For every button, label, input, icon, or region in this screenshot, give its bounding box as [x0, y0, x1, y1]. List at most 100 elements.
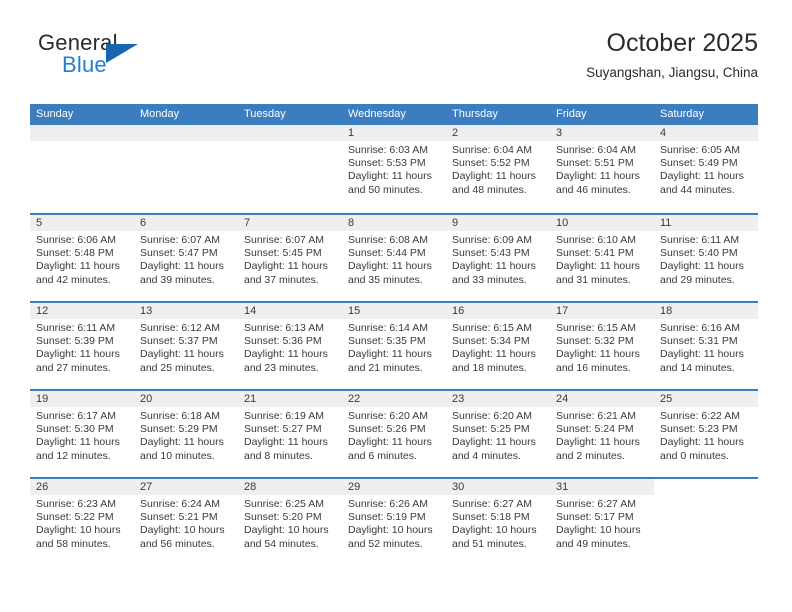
daylight-duration-line2: and 4 minutes.: [452, 449, 521, 462]
day-number: 2: [446, 125, 550, 141]
calendar-day-cell[interactable]: 31 Sunrise: 6:27 AM Sunset: 5:17 PM Dayligh…: [550, 479, 654, 565]
sunset-time: Sunset: 5:32 PM: [556, 335, 634, 348]
sunrise-time: Sunrise: 6:11 AM: [660, 234, 740, 246]
sunset-time: Sunset: 5:51 PM: [556, 157, 634, 170]
daylight-duration-line1: Daylight: 11 hours: [36, 348, 120, 361]
calendar-day-cell[interactable]: 24 Sunrise: 6:21 AM Sunset: 5:24 PM Dayligh…: [550, 391, 654, 477]
day-number: 6: [134, 215, 238, 231]
day-number: 19: [30, 391, 134, 407]
daylight-duration-line1: Daylight: 10 hours: [244, 524, 329, 537]
calendar-day-cell[interactable]: 2 Sunrise: 6:04 AM Sunset: 5:52 PM Daylight…: [446, 125, 550, 213]
daylight-duration-line1: Daylight: 10 hours: [452, 524, 537, 537]
calendar-day-cell[interactable]: 1 Sunrise: 6:03 AM Sunset: 5:53 PM Daylight…: [342, 125, 446, 213]
calendar-day-cell[interactable]: 6 Sunrise: 6:07 AM Sunset: 5:47 PM Daylight…: [134, 215, 238, 301]
calendar-day-cell[interactable]: 7 Sunrise: 6:07 AM Sunset: 5:45 PM Daylight…: [238, 215, 342, 301]
calendar-day-cell[interactable]: 26 Sunrise: 6:23 AM Sunset: 5:22 PM Dayligh…: [30, 479, 134, 565]
calendar-day-cell[interactable]: 14 Sunrise: 6:13 AM Sunset: 5:36 PM Dayligh…: [238, 303, 342, 389]
day-details: Sunrise: 6:11 AM Sunset: 5:39 PM Daylight:…: [30, 319, 134, 375]
sunrise-time: Sunrise: 6:06 AM: [36, 234, 116, 246]
weekday-header-thursday: Thursday: [452, 108, 498, 120]
sunrise-time: Sunrise: 6:07 AM: [140, 234, 220, 246]
daylight-duration-line2: and 42 minutes.: [36, 273, 111, 286]
calendar-day-cell[interactable]: 25 Sunrise: 6:22 AM Sunset: 5:23 PM Dayligh…: [654, 391, 758, 477]
calendar-day-cell[interactable]: 18 Sunrise: 6:16 AM Sunset: 5:31 PM Dayligh…: [654, 303, 758, 389]
calendar-day-cell[interactable]: 3 Sunrise: 6:04 AM Sunset: 5:51 PM Daylight…: [550, 125, 654, 213]
calendar-day-cell[interactable]: 21 Sunrise: 6:19 AM Sunset: 5:27 PM Dayligh…: [238, 391, 342, 477]
day-number: 13: [134, 303, 238, 319]
sunset-time: Sunset: 5:48 PM: [36, 247, 114, 260]
sunset-time: Sunset: 5:49 PM: [660, 157, 738, 170]
calendar-day-cell[interactable]: 9 Sunrise: 6:09 AM Sunset: 5:43 PM Daylight…: [446, 215, 550, 301]
calendar-day-cell[interactable]: 15 Sunrise: 6:14 AM Sunset: 5:35 PM Dayligh…: [342, 303, 446, 389]
daylight-duration-line2: and 31 minutes.: [556, 273, 631, 286]
day-number: [654, 479, 758, 495]
calendar-day-cell[interactable]: 4 Sunrise: 6:05 AM Sunset: 5:49 PM Daylight…: [654, 125, 758, 213]
day-details: Sunrise: 6:23 AM Sunset: 5:22 PM Daylight:…: [30, 495, 134, 551]
daylight-duration-line1: Daylight: 11 hours: [244, 348, 328, 361]
sunrise-time: Sunrise: 6:24 AM: [140, 498, 220, 510]
daylight-duration-line2: and 2 minutes.: [556, 449, 625, 462]
calendar-day-cell[interactable]: 19 Sunrise: 6:17 AM Sunset: 5:30 PM Dayligh…: [30, 391, 134, 477]
calendar-body: 1 Sunrise: 6:03 AM Sunset: 5:53 PM Daylight…: [30, 125, 758, 565]
calendar-day-cell[interactable]: 28 Sunrise: 6:25 AM Sunset: 5:20 PM Dayligh…: [238, 479, 342, 565]
calendar-day-cell[interactable]: 16 Sunrise: 6:15 AM Sunset: 5:34 PM Dayligh…: [446, 303, 550, 389]
daylight-duration-line2: and 12 minutes.: [36, 449, 111, 462]
calendar-day-cell[interactable]: 13 Sunrise: 6:12 AM Sunset: 5:37 PM Dayligh…: [134, 303, 238, 389]
daylight-duration-line2: and 27 minutes.: [36, 361, 111, 374]
daylight-duration-line1: Daylight: 11 hours: [660, 170, 744, 183]
calendar-day-cell[interactable]: 29 Sunrise: 6:26 AM Sunset: 5:19 PM Dayligh…: [342, 479, 446, 565]
weekday-header-row: Sunday Monday Tuesday Wednesday Thursday Frid…: [30, 104, 758, 125]
calendar-day-cell-empty: [30, 125, 134, 213]
day-details: Sunrise: 6:24 AM Sunset: 5:21 PM Daylight:…: [134, 495, 238, 551]
calendar-day-cell[interactable]: 30 Sunrise: 6:27 AM Sunset: 5:18 PM Dayligh…: [446, 479, 550, 565]
day-details: Sunrise: 6:10 AM Sunset: 5:41 PM Daylight:…: [550, 231, 654, 287]
daylight-duration-line2: and 18 minutes.: [452, 361, 527, 374]
sunrise-time: Sunrise: 6:22 AM: [660, 410, 740, 422]
day-number: 5: [30, 215, 134, 231]
sunrise-time: Sunrise: 6:16 AM: [660, 322, 740, 334]
day-details: Sunrise: 6:04 AM Sunset: 5:52 PM Daylight:…: [446, 141, 550, 197]
sunrise-time: Sunrise: 6:12 AM: [140, 322, 220, 334]
weekday-header-tuesday: Tuesday: [244, 108, 286, 120]
calendar-day-cell[interactable]: 20 Sunrise: 6:18 AM Sunset: 5:29 PM Dayligh…: [134, 391, 238, 477]
sunrise-time: Sunrise: 6:26 AM: [348, 498, 428, 510]
calendar-day-cell[interactable]: 17 Sunrise: 6:15 AM Sunset: 5:32 PM Dayligh…: [550, 303, 654, 389]
sunrise-time: Sunrise: 6:05 AM: [660, 144, 740, 156]
sunrise-time: Sunrise: 6:04 AM: [556, 144, 636, 156]
brand-name-blue: Blue: [62, 52, 107, 77]
sunset-time: Sunset: 5:30 PM: [36, 423, 114, 436]
daylight-duration-line1: Daylight: 11 hours: [348, 348, 432, 361]
day-details: Sunrise: 6:04 AM Sunset: 5:51 PM Daylight:…: [550, 141, 654, 197]
daylight-duration-line2: and 33 minutes.: [452, 273, 527, 286]
calendar-day-cell[interactable]: 23 Sunrise: 6:20 AM Sunset: 5:25 PM Dayligh…: [446, 391, 550, 477]
day-details: Sunrise: 6:11 AM Sunset: 5:40 PM Daylight:…: [654, 231, 758, 287]
calendar-day-cell[interactable]: 5 Sunrise: 6:06 AM Sunset: 5:48 PM Daylight…: [30, 215, 134, 301]
brand-logo[interactable]: General Blue: [30, 30, 260, 86]
calendar-day-cell[interactable]: 22 Sunrise: 6:20 AM Sunset: 5:26 PM Dayligh…: [342, 391, 446, 477]
daylight-duration-line1: Daylight: 11 hours: [140, 260, 224, 273]
sunrise-time: Sunrise: 6:11 AM: [36, 322, 116, 334]
day-details: Sunrise: 6:03 AM Sunset: 5:53 PM Daylight:…: [342, 141, 446, 197]
day-details: Sunrise: 6:19 AM Sunset: 5:27 PM Daylight:…: [238, 407, 342, 463]
calendar-day-cell[interactable]: 11 Sunrise: 6:11 AM Sunset: 5:40 PM Dayligh…: [654, 215, 758, 301]
sunset-time: Sunset: 5:17 PM: [556, 511, 634, 524]
calendar-day-cell[interactable]: 27 Sunrise: 6:24 AM Sunset: 5:21 PM Dayligh…: [134, 479, 238, 565]
daylight-duration-line1: Daylight: 11 hours: [452, 436, 536, 449]
sunset-time: Sunset: 5:24 PM: [556, 423, 634, 436]
daylight-duration-line1: Daylight: 11 hours: [244, 260, 328, 273]
day-number: [238, 125, 342, 141]
sunrise-time: Sunrise: 6:21 AM: [556, 410, 636, 422]
sunset-time: Sunset: 5:45 PM: [244, 247, 322, 260]
calendar-day-cell[interactable]: 8 Sunrise: 6:08 AM Sunset: 5:44 PM Daylight…: [342, 215, 446, 301]
daylight-duration-line2: and 14 minutes.: [660, 361, 735, 374]
calendar-day-cell[interactable]: 10 Sunrise: 6:10 AM Sunset: 5:41 PM Dayligh…: [550, 215, 654, 301]
day-details: Sunrise: 6:18 AM Sunset: 5:29 PM Daylight:…: [134, 407, 238, 463]
calendar-week-row: 26 Sunrise: 6:23 AM Sunset: 5:22 PM Dayligh…: [30, 477, 758, 565]
day-number: 7: [238, 215, 342, 231]
sunset-time: Sunset: 5:52 PM: [452, 157, 530, 170]
daylight-duration-line2: and 51 minutes.: [452, 537, 527, 550]
calendar-day-cell[interactable]: 12 Sunrise: 6:11 AM Sunset: 5:39 PM Dayligh…: [30, 303, 134, 389]
daylight-duration-line2: and 16 minutes.: [556, 361, 631, 374]
calendar-week-row: 5 Sunrise: 6:06 AM Sunset: 5:48 PM Daylight…: [30, 213, 758, 301]
day-details: Sunrise: 6:13 AM Sunset: 5:36 PM Daylight:…: [238, 319, 342, 375]
